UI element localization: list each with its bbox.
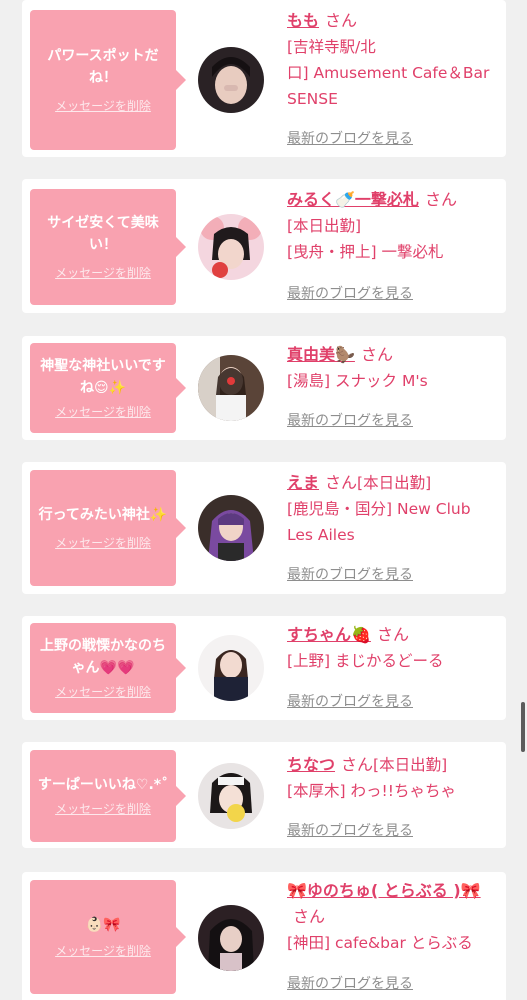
avatar[interactable] (198, 905, 264, 971)
delete-message-link[interactable]: メッセージを削除 (55, 534, 151, 551)
message-text: サイゼ安くて美味い！ (47, 214, 159, 253)
scrollbar-thumb[interactable] (521, 702, 525, 752)
message-text: 👶🏻🎀 (85, 916, 121, 933)
honorific: さん (424, 190, 457, 209)
delete-message-link[interactable]: メッセージを削除 (55, 800, 151, 817)
avatar[interactable] (198, 763, 264, 829)
girl-name-link[interactable]: えま (287, 473, 319, 492)
message-bubble: サイゼ安くて美味い！ メッセージを削除 (30, 189, 186, 305)
message-bubble: パワースポットだね！ メッセージを削除 (30, 10, 186, 150)
shop-line: [本日出勤] (287, 217, 362, 235)
girl-name-link[interactable]: もも (287, 11, 319, 30)
message-card: パワースポットだね！ メッセージを削除 もも さん [吉祥寺駅/北 口] Amus… (22, 0, 506, 157)
message-text: 上野の戦慄かなのちゃん💗💗 (40, 637, 166, 676)
avatar[interactable] (198, 214, 264, 280)
message-text: 行ってみたい神社✨ (38, 506, 168, 523)
shop-line: [神田] cafe&bar とらぶる (287, 934, 473, 952)
honorific: さん (293, 907, 326, 926)
message-bubble: すーぱーいいね♡.*˚ メッセージを削除 (30, 750, 186, 842)
message-card: 神聖な神社いいですね😌✨ メッセージを削除 真由美🦫 さん [湯島] スナック M… (22, 336, 506, 440)
shop-line: [本厚木] わっ!!ちゃちゃ (287, 782, 456, 800)
girl-info: えま さん[本日出勤] [鹿児島・国分] New Club Les Ailes (287, 470, 502, 548)
message-card: 👶🏻🎀 メッセージを削除 🎀ゆのちゅ( とらぶる )🎀 さん [神田] cafe&… (22, 872, 506, 1000)
girl-name-link[interactable]: ちなつ (287, 755, 335, 774)
message-bubble: 👶🏻🎀 メッセージを削除 (30, 880, 186, 994)
girl-name-link[interactable]: すちゃん🍓 (287, 625, 371, 644)
message-card: すーぱーいいね♡.*˚ メッセージを削除 ちなつ さん[本日出勤] [本厚木] わ… (22, 742, 506, 848)
message-text: パワースポットだね！ (47, 47, 159, 86)
honorific: さん (325, 11, 358, 30)
latest-blog-link[interactable]: 最新のブログを見る (287, 283, 413, 303)
honorific: さん (325, 473, 358, 492)
shop-line: [鹿児島・国分] New Club (287, 500, 471, 518)
girl-name-link[interactable]: 真由美🦫 (287, 345, 355, 364)
message-bubble: 行ってみたい神社✨ メッセージを削除 (30, 470, 186, 586)
message-card: サイゼ安くて美味い！ メッセージを削除 みるく🍼一撃必札 さん [本日出勤] [曳… (22, 179, 506, 313)
message-bubble: 神聖な神社いいですね😌✨ メッセージを削除 (30, 343, 186, 433)
honorific: さん (360, 345, 393, 364)
message-card: 行ってみたい神社✨ メッセージを削除 えま さん[本日出勤] [鹿児島・国分] N… (22, 462, 506, 594)
shop-line: 口] Amusement Cafe＆Bar (287, 64, 490, 82)
shop-line: [吉祥寺駅/北 (287, 38, 376, 56)
delete-message-link[interactable]: メッセージを削除 (55, 97, 151, 114)
delete-message-link[interactable]: メッセージを削除 (55, 264, 151, 281)
message-bubble: 上野の戦慄かなのちゃん💗💗 メッセージを削除 (30, 623, 186, 713)
message-text: 神聖な神社いいですね😌✨ (40, 357, 166, 396)
latest-blog-link[interactable]: 最新のブログを見る (287, 128, 413, 148)
girl-info: もも さん [吉祥寺駅/北 口] Amusement Cafe＆Bar SENSE (287, 8, 502, 112)
shop-line: SENSE (287, 90, 338, 108)
latest-blog-link[interactable]: 最新のブログを見る (287, 564, 413, 584)
girl-info: みるく🍼一撃必札 さん [本日出勤] [曳舟・押上] 一撃必札 (287, 187, 502, 265)
girl-info: 🎀ゆのちゅ( とらぶる )🎀 さん [神田] cafe&bar とらぶる (287, 878, 502, 956)
honorific: さん (376, 625, 409, 644)
attendance-badge: [本日出勤] (373, 756, 448, 774)
shop-line: Les Ailes (287, 526, 355, 544)
delete-message-link[interactable]: メッセージを削除 (55, 683, 151, 700)
shop-line: [上野] まじかるどーる (287, 652, 444, 670)
latest-blog-link[interactable]: 最新のブログを見る (287, 410, 413, 430)
message-feed: パワースポットだね！ メッセージを削除 もも さん [吉祥寺駅/北 口] Amus… (0, 0, 527, 1000)
delete-message-link[interactable]: メッセージを削除 (55, 942, 151, 959)
attendance-badge: [本日出勤] (357, 474, 432, 492)
girl-info: すちゃん🍓 さん [上野] まじかるどーる (287, 622, 502, 674)
avatar[interactable] (198, 635, 264, 701)
delete-message-link[interactable]: メッセージを削除 (55, 403, 151, 420)
message-card: 上野の戦慄かなのちゃん💗💗 メッセージを削除 すちゃん🍓 さん [上野] まじかる… (22, 616, 506, 720)
girl-name-link[interactable]: みるく🍼一撃必札 (287, 190, 419, 209)
shop-line: [湯島] スナック M's (287, 372, 428, 390)
girl-info: ちなつ さん[本日出勤] [本厚木] わっ!!ちゃちゃ (287, 752, 502, 804)
avatar[interactable] (198, 355, 264, 421)
latest-blog-link[interactable]: 最新のブログを見る (287, 973, 413, 993)
girl-info: 真由美🦫 さん [湯島] スナック M's (287, 342, 502, 394)
message-text: すーぱーいいね♡.*˚ (37, 776, 169, 793)
honorific: さん (341, 755, 374, 774)
latest-blog-link[interactable]: 最新のブログを見る (287, 820, 413, 840)
avatar[interactable] (198, 495, 264, 561)
avatar[interactable] (198, 47, 264, 113)
girl-name-link[interactable]: 🎀ゆのちゅ( とらぶる )🎀 (287, 881, 481, 900)
latest-blog-link[interactable]: 最新のブログを見る (287, 691, 413, 711)
shop-line: [曳舟・押上] 一撃必札 (287, 243, 444, 261)
